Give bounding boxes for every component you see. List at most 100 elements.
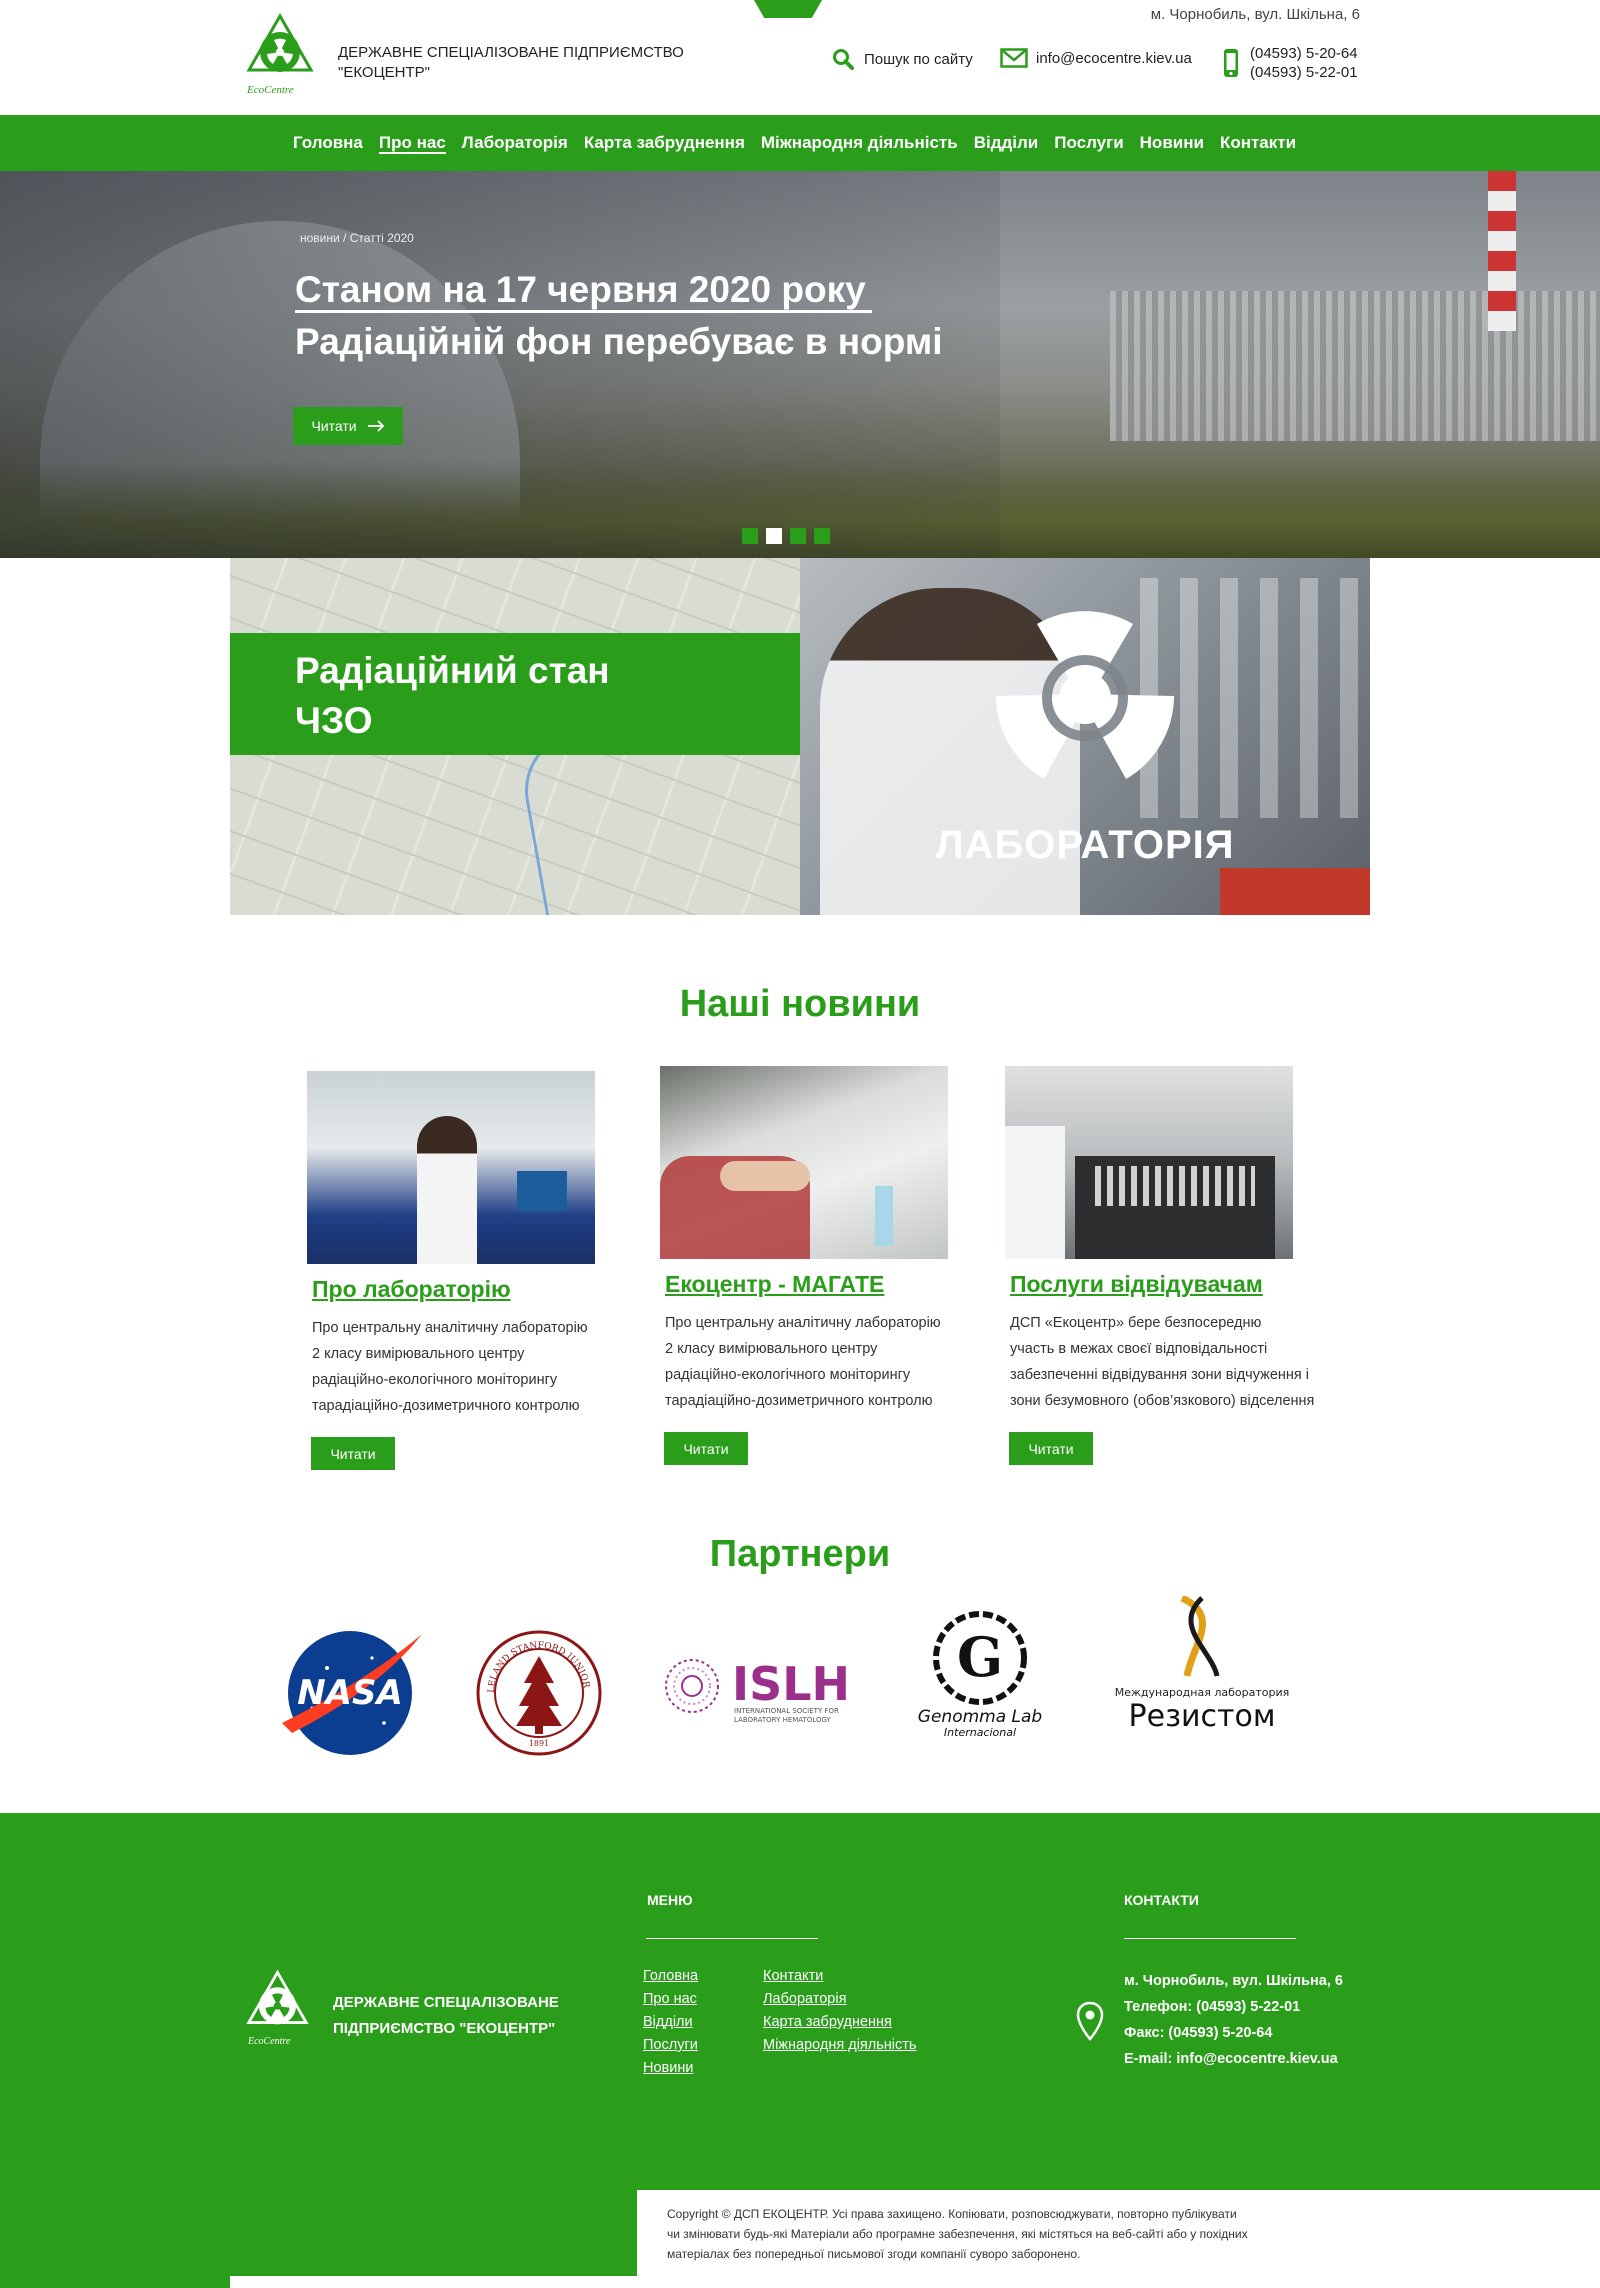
nav-item-laboratory[interactable]: Лабораторія: [454, 133, 576, 153]
search-label: Пошук по сайту: [864, 50, 973, 68]
news-text-3: ДСП «Екоцентр» бере безпосередню участь …: [1010, 1315, 1315, 1409]
footer-menu-heading: МЕНЮ: [647, 1892, 693, 1908]
site-logo[interactable]: EcoCentre: [245, 12, 315, 102]
footer-bottom-strip: [230, 2276, 637, 2288]
partner-nasa[interactable]: NASA: [272, 1628, 428, 1758]
footer-fax: Факс: (04593) 5-20-64: [1124, 2025, 1273, 2041]
slider-dot-3[interactable]: [790, 528, 806, 544]
nav-item-home[interactable]: Головна: [285, 133, 371, 153]
hero-bg-chimney: [1488, 171, 1516, 331]
email-text: info@ecocentre.kiev.ua: [1036, 49, 1192, 67]
news-image-3[interactable]: [1005, 1066, 1293, 1259]
radiation-state-tile[interactable]: Радіаційний стан ЧЗО: [230, 558, 800, 915]
footer-link-departments[interactable]: Відділи: [643, 2011, 698, 2034]
nav-item-international[interactable]: Міжнародня діяльність: [753, 133, 966, 153]
partner-genomma[interactable]: G Genomma Lab Internacional: [895, 1606, 1065, 1746]
footer-link-news[interactable]: Новини: [643, 2057, 698, 2080]
news-read-button-3[interactable]: Читати: [1009, 1432, 1093, 1465]
nasa-logo: NASA: [282, 1631, 422, 1755]
footer-contacts-heading: КОНТАКТИ: [1124, 1892, 1199, 1908]
footer-link-contacts[interactable]: Контакти: [763, 1965, 916, 1988]
svg-text:Internacional: Internacional: [944, 1726, 1016, 1739]
nav-item-contacts[interactable]: Контакти: [1212, 133, 1304, 153]
hero-title: Станом на 17 червня 2020 року Радіаційні…: [295, 264, 943, 368]
company-name: ДЕРЖАВНЕ СПЕЦІАЛІЗОВАНЕ ПІДПРИЄМСТВО "ЕК…: [338, 43, 698, 83]
news-card-3: Послуги відвідувачам ДСП «Екоцентр» бере…: [1005, 1066, 1335, 1465]
hero-read-label: Читати: [311, 418, 357, 434]
nav-item-pollution-map[interactable]: Карта забруднення: [576, 133, 753, 153]
partner-stanford[interactable]: LELAND STANFORD JUNIOR UNIVERSITY 1891: [474, 1628, 604, 1758]
svg-text:Резистом: Резистом: [1129, 1699, 1276, 1734]
news-card-1: Про лабораторію Про центральну аналітичн…: [307, 1071, 637, 1470]
news-section-title: Наші новини: [679, 983, 921, 1025]
svg-text:Международная лаборатория: Международная лаборатория: [1115, 1686, 1289, 1699]
site-footer: EcoCentre ДЕРЖАВНЕ СПЕЦІАЛІЗОВАНЕ ПІДПРИ…: [0, 1813, 1600, 2288]
hero-bg-plant: [1110, 291, 1600, 441]
svg-text:INTERNATIONAL SOCIETY FOR: INTERNATIONAL SOCIETY FOR: [734, 1707, 839, 1715]
header-phones: (04593) 5-20-64 (04593) 5-22-01: [1222, 44, 1358, 82]
news-card-2: Екоцентр - МАГАТЕ Про центральну аналіти…: [660, 1066, 990, 1465]
stanford-seal: LELAND STANFORD JUNIOR UNIVERSITY 1891: [474, 1628, 602, 1756]
news-title-3[interactable]: Послуги відвідувачам: [1005, 1271, 1335, 1298]
hero-read-button[interactable]: Читати: [293, 407, 403, 445]
phone-number-2[interactable]: (04593) 5-22-01: [1250, 63, 1358, 82]
search-icon: [833, 49, 854, 70]
news-text-1: Про центральну аналітичну лабораторію 2 …: [312, 1320, 588, 1414]
news-title-1[interactable]: Про лабораторію: [307, 1276, 637, 1303]
svg-text:LABORATORY HEMATOLOGY: LABORATORY HEMATOLOGY: [734, 1716, 832, 1724]
footer-address: м. Чорнобиль, вул. Шкільна, 6: [1124, 1973, 1343, 1989]
genomma-logo: G Genomma Lab Internacional: [918, 1611, 1042, 1739]
footer-email[interactable]: E-mail: info@ecocentre.kiev.ua: [1124, 2046, 1343, 2072]
slider-dots: [742, 528, 830, 544]
email-link[interactable]: info@ecocentre.kiev.ua: [1000, 48, 1192, 68]
company-name-line2: "ЕКОЦЕНТР": [338, 64, 430, 81]
footer-link-home[interactable]: Головна: [643, 1965, 698, 1988]
breadcrumb[interactable]: новини / Статті 2020: [300, 231, 414, 245]
svg-text:ISLH: ISLH: [732, 1657, 850, 1711]
nav-item-departments[interactable]: Відділи: [966, 133, 1047, 153]
nav-item-about[interactable]: Про нас: [371, 133, 454, 154]
news-text-2: Про центральну аналітичну лабораторію 2 …: [665, 1315, 941, 1409]
slider-dot-2[interactable]: [766, 528, 782, 544]
footer-menu-col-2: Контакти Лабораторія Карта забруднення М…: [763, 1965, 916, 2057]
slider-dot-1[interactable]: [742, 528, 758, 544]
footer-link-international[interactable]: Міжнародня діяльність: [763, 2034, 916, 2057]
news-image-2[interactable]: [660, 1066, 948, 1259]
footer-link-about[interactable]: Про нас: [643, 1988, 698, 2011]
search-link[interactable]: Пошук по сайту: [832, 48, 973, 70]
news-title-2[interactable]: Екоцентр - МАГАТЕ: [660, 1271, 990, 1298]
partner-islh[interactable]: ISLH INTERNATIONAL SOCIETY FOR LABORATOR…: [662, 1636, 862, 1736]
svg-text:G: G: [957, 1625, 1003, 1689]
news-read-button-2[interactable]: Читати: [664, 1432, 748, 1465]
phone-icon: [1224, 49, 1238, 77]
svg-text:NASA: NASA: [297, 1673, 403, 1713]
footer-link-services[interactable]: Послуги: [643, 2034, 698, 2057]
footer-phone[interactable]: Телефон: (04593) 5-22-01: [1124, 1994, 1343, 2020]
laboratory-tile[interactable]: ЛАБОРАТОРІЯ: [800, 558, 1370, 915]
news-read-button-1[interactable]: Читати: [311, 1437, 395, 1470]
copyright-notice: Copyright © ДСП ЕКОЦЕНТР. Усі права захи…: [637, 2190, 1600, 2288]
footer-logo[interactable]: EcoCentre: [245, 1968, 310, 2053]
hero-slider: новини / Статті 2020 Станом на 17 червня…: [0, 171, 1600, 558]
laboratory-title: ЛАБОРАТОРІЯ: [935, 823, 1235, 867]
main-nav-list: Головна Про нас Лабораторія Карта забруд…: [285, 115, 1304, 171]
islh-logo: ISLH INTERNATIONAL SOCIETY FOR LABORATOR…: [665, 1657, 850, 1724]
svg-text:Genomma Lab: Genomma Lab: [918, 1707, 1042, 1727]
hero-title-line1: Станом на 17 червня 2020 року: [295, 269, 872, 313]
footer-company-name: ДЕРЖАВНЕ СПЕЦІАЛІЗОВАНЕ ПІДПРИЄМСТВО "ЕК…: [333, 1994, 559, 2037]
header-address: м. Чорнобиль, вул. Шкільна, 6: [1150, 6, 1360, 23]
slider-dot-4[interactable]: [814, 528, 830, 544]
radiation-icon: [996, 611, 1174, 779]
logo-caption: EcoCentre: [247, 84, 294, 96]
lab-tray: [1220, 868, 1370, 915]
svg-text:1891: 1891: [529, 1739, 549, 1748]
phone-number-1[interactable]: (04593) 5-20-64: [1250, 44, 1358, 63]
nav-item-services[interactable]: Послуги: [1046, 133, 1131, 153]
envelope-icon: [1000, 48, 1028, 68]
rezistom-logo: Международная лаборатория Резистом: [1115, 1596, 1289, 1734]
partner-rezistom[interactable]: Международная лаборатория Резистом: [1112, 1596, 1292, 1741]
nav-item-news[interactable]: Новини: [1132, 133, 1212, 153]
footer-link-pollution-map[interactable]: Карта забруднення: [763, 2011, 916, 2034]
footer-link-laboratory[interactable]: Лабораторія: [763, 1988, 916, 2011]
news-image-1[interactable]: [307, 1071, 595, 1264]
